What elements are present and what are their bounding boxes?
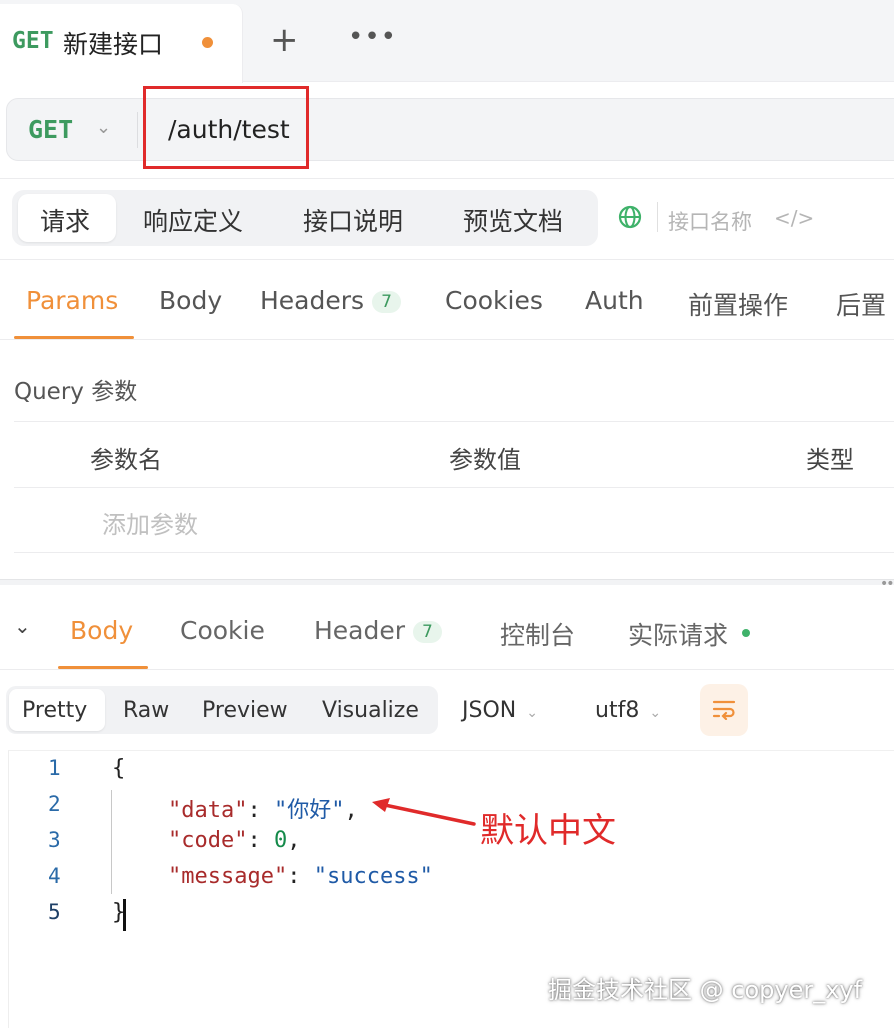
- divider: [0, 259, 894, 260]
- unsaved-dot-icon: [202, 37, 213, 48]
- header-count-badge: 7: [413, 621, 442, 643]
- annotation-highlight-box: [143, 86, 309, 169]
- chevron-down-icon: ⌄: [649, 705, 662, 721]
- text-cursor: [123, 899, 126, 931]
- more-icon[interactable]: •••: [348, 22, 397, 52]
- collapse-chevron-icon[interactable]: ⌄: [14, 614, 31, 638]
- line-number: 5: [48, 900, 61, 924]
- tab-headers-label: Headers: [260, 286, 365, 315]
- divider: [0, 178, 894, 179]
- column-header-name: 参数名: [90, 446, 162, 474]
- annotation-arrow-icon: [372, 798, 476, 826]
- response-tab-console[interactable]: 控制台: [500, 616, 575, 652]
- code-line: "message": "success": [168, 864, 433, 889]
- wrap-icon: [712, 700, 736, 720]
- tab-auth[interactable]: Auth: [585, 286, 644, 315]
- tab-pre-operations[interactable]: 前置操作: [688, 286, 788, 322]
- tab-headers[interactable]: Headers 7: [260, 286, 401, 315]
- divider: [14, 421, 894, 422]
- divider: [0, 669, 894, 670]
- column-header-value: 参数值: [449, 446, 521, 474]
- query-section-title: Query 参数: [14, 379, 138, 405]
- mode-response-definition[interactable]: 响应定义: [143, 202, 243, 238]
- response-tab-header[interactable]: Header 7: [314, 616, 442, 645]
- mode-endpoint-description[interactable]: 接口说明: [303, 202, 403, 238]
- json-value: "success": [313, 864, 433, 889]
- tab-params[interactable]: Params: [26, 286, 118, 315]
- response-tab-actual-request[interactable]: 实际请求: [628, 616, 751, 652]
- charset-select[interactable]: utf8 ⌄: [595, 698, 661, 723]
- json-key: "message": [168, 864, 288, 889]
- tab-method-badge: GET: [12, 28, 54, 54]
- format-visualize[interactable]: Visualize: [322, 698, 419, 723]
- tab-post-operations[interactable]: 后置: [836, 286, 886, 322]
- json-key: "data": [168, 798, 248, 823]
- line-number: 1: [48, 756, 61, 780]
- json-comma: ,: [344, 798, 358, 823]
- mode-request[interactable]: 请求: [40, 202, 90, 238]
- response-tab-body[interactable]: Body: [70, 616, 133, 645]
- divider: [137, 112, 138, 148]
- add-param-input[interactable]: 添加参数: [102, 505, 198, 540]
- json-key: "code": [168, 828, 248, 853]
- url-bar: [6, 98, 894, 161]
- endpoint-name-input[interactable]: 接口名称: [668, 206, 752, 236]
- headers-count-badge: 7: [372, 291, 401, 313]
- indent-guide: [111, 790, 112, 894]
- json-colon: :: [287, 864, 314, 889]
- line-number: 2: [48, 792, 61, 816]
- add-tab-icon[interactable]: +: [270, 20, 299, 60]
- code-icon[interactable]: </>: [774, 206, 814, 230]
- status-dot-icon: [742, 629, 751, 637]
- json-value: "你好": [273, 798, 345, 823]
- divider: [0, 339, 894, 340]
- language-select-value: JSON: [462, 698, 517, 723]
- watermark: 掘金技术社区 @ copyer_xyf: [548, 976, 863, 1004]
- language-select[interactable]: JSON ⌄: [462, 698, 538, 723]
- charset-select-value: utf8: [595, 698, 640, 723]
- json-colon: :: [247, 828, 274, 853]
- annotation-label: 默认中文: [480, 811, 616, 851]
- code-line: "code": 0,: [168, 828, 300, 853]
- format-pretty[interactable]: Pretty: [22, 698, 87, 723]
- response-tab-cookie[interactable]: Cookie: [180, 616, 265, 645]
- globe-icon[interactable]: [618, 205, 642, 229]
- divider: [14, 487, 894, 488]
- drag-handle-icon[interactable]: ••: [880, 576, 894, 592]
- tab-title: 新建接口: [63, 30, 164, 59]
- line-number: 3: [48, 828, 61, 852]
- code-line: {: [112, 756, 126, 781]
- tab-body[interactable]: Body: [159, 286, 222, 315]
- method-select[interactable]: GET: [28, 115, 73, 144]
- json-colon: :: [247, 798, 274, 823]
- mode-preview-doc[interactable]: 预览文档: [463, 202, 563, 238]
- divider: [14, 552, 894, 553]
- divider: [657, 202, 658, 232]
- line-number: 4: [48, 864, 61, 888]
- response-tab-actual-label: 实际请求: [628, 621, 729, 650]
- panel-splitter[interactable]: [0, 579, 894, 585]
- response-tab-header-label: Header: [314, 616, 406, 645]
- column-header-type: 类型: [806, 446, 854, 474]
- format-raw[interactable]: Raw: [123, 698, 169, 723]
- tab-cookies[interactable]: Cookies: [445, 286, 543, 315]
- code-line: "data": "你好",: [168, 792, 358, 824]
- json-comma: ,: [287, 828, 301, 853]
- json-value: 0: [273, 828, 288, 853]
- word-wrap-button[interactable]: [700, 684, 748, 736]
- chevron-down-icon[interactable]: ⌄: [96, 117, 111, 138]
- chevron-down-icon: ⌄: [526, 705, 538, 721]
- format-preview[interactable]: Preview: [202, 698, 288, 723]
